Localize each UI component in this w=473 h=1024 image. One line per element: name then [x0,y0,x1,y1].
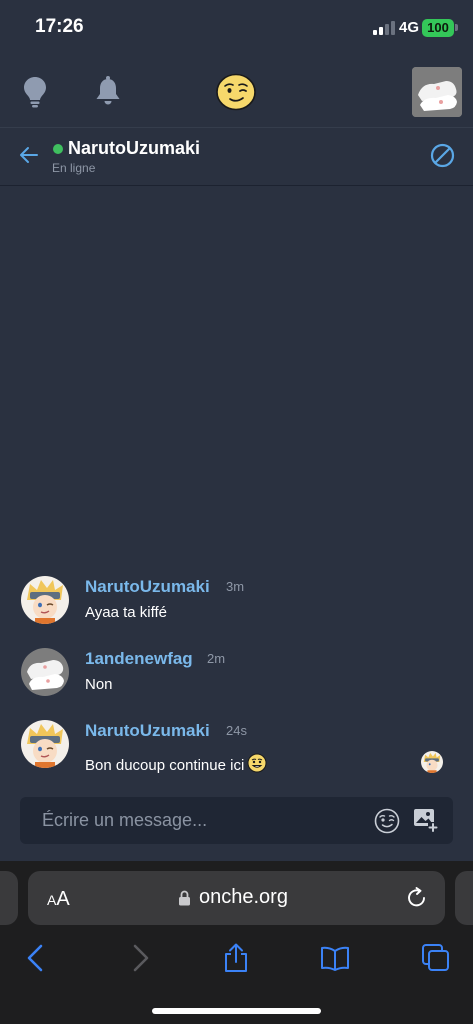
reader-settings-button[interactable]: AA [47,888,70,911]
browser-chrome: AA onche.org [0,861,473,1024]
message-composer [20,797,453,844]
network-type: 4G [399,19,420,36]
message-text: Non [85,676,113,693]
home-indicator [152,1008,321,1014]
browser-forward-icon[interactable] [124,943,154,973]
add-image-icon[interactable] [413,807,439,833]
message-author[interactable]: 1andenewfag [85,649,193,669]
address-bar[interactable]: AA onche.org [28,871,445,925]
message-text-row: Bon ducoup continue ici [85,753,267,774]
smiley-logo-icon[interactable] [216,73,256,111]
lightbulb-icon[interactable] [22,76,48,108]
message-time: 24s [226,723,247,738]
read-receipt-avatar [421,751,443,773]
message-author[interactable]: NarutoUzumaki [85,577,210,597]
bookmarks-icon[interactable] [320,943,350,973]
battery-indicator: 100 [422,19,454,37]
message-text: Bon ducoup continue ici [85,757,245,774]
share-icon[interactable] [221,943,251,973]
chat-message: 1andenewfag 2m Non [0,648,473,704]
signal-strength-icon [373,21,395,35]
bell-icon[interactable] [94,76,122,106]
next-tab-peek[interactable] [455,871,473,925]
message-input[interactable] [20,797,360,844]
previous-tab-peek[interactable] [0,871,18,925]
lock-icon [179,890,190,906]
smiley-emoji-icon [247,753,267,773]
avatar-1andenewfag[interactable] [21,648,69,696]
tabs-icon[interactable] [421,943,451,973]
online-status-dot [53,144,63,154]
chat-contact-name[interactable]: NarutoUzumaki [68,138,200,159]
chat-message: NarutoUzumaki 24s Bon ducoup continue ic… [0,720,473,780]
status-bar: 17:26 4G 100 [0,0,473,56]
message-text: Ayaa ta kiffé [85,604,168,621]
reload-icon[interactable] [406,887,428,909]
back-arrow-icon[interactable] [19,146,39,164]
message-time: 3m [226,579,245,594]
battery-tip [455,24,458,31]
chat-header: NarutoUzumaki En ligne [0,128,473,186]
message-time: 2m [207,651,226,666]
message-author[interactable]: NarutoUzumaki [85,721,210,741]
block-user-icon[interactable] [430,143,455,168]
top-navigation [0,56,473,128]
browser-back-icon[interactable] [22,943,52,973]
chat-contact-status: En ligne [52,161,96,175]
status-time: 17:26 [35,16,84,37]
emoji-picker-icon[interactable] [374,808,400,834]
avatar-naruto[interactable] [21,576,69,624]
profile-avatar[interactable] [412,67,462,117]
avatar-naruto[interactable] [21,720,69,768]
url-text[interactable]: onche.org [199,886,288,909]
chat-message: NarutoUzumaki 3m Ayaa ta kiffé [0,576,473,632]
